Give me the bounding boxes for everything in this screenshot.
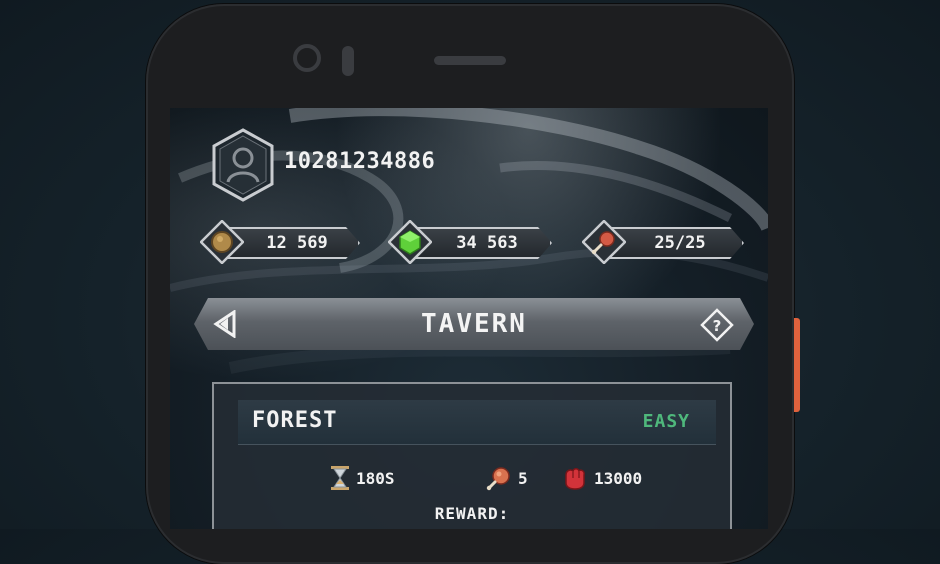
quest-name: FOREST xyxy=(252,408,338,433)
game-screen: 10281234886 12 569 34 563 25/25 TAVERN ?… xyxy=(170,108,768,529)
power-value: 13000 xyxy=(594,468,643,488)
earpiece-speaker xyxy=(434,56,506,65)
fist-icon xyxy=(565,468,585,490)
coin-icon xyxy=(200,220,244,264)
hourglass-icon xyxy=(331,466,349,490)
resource-bar: 12 569 xyxy=(226,227,360,259)
duration-value: 180S xyxy=(356,468,395,488)
coin-count: 12 569 xyxy=(266,233,328,253)
meat-icon xyxy=(582,220,626,264)
quest-header: FOREST EASY xyxy=(238,400,716,445)
svg-text:?: ? xyxy=(713,317,722,335)
quest-panel[interactable]: FOREST EASY 180S 5 13000 REWARD: xyxy=(212,382,732,529)
location-title: TAVERN xyxy=(421,309,527,339)
reward-label: REWARD: xyxy=(434,504,510,523)
food-cost-value: 5 xyxy=(518,468,528,488)
resource-bar: 25/25 xyxy=(608,227,744,259)
help-icon[interactable]: ? xyxy=(700,308,734,342)
player-avatar-icon[interactable] xyxy=(212,128,274,202)
location-nav-bar: TAVERN ? xyxy=(194,298,754,350)
resource-bar: 34 563 xyxy=(414,227,552,259)
player-id: 10281234886 xyxy=(284,149,436,174)
meat-icon xyxy=(486,467,510,491)
food-count: 25/25 xyxy=(654,233,706,253)
quest-duration: 180S xyxy=(330,464,395,492)
gem-count: 34 563 xyxy=(456,233,518,253)
gem-icon xyxy=(388,220,432,264)
proximity-sensor xyxy=(342,46,354,76)
front-camera xyxy=(293,44,321,72)
phone-side-button xyxy=(794,318,800,412)
quest-difficulty: EASY xyxy=(642,411,690,432)
quest-food-cost: 5 xyxy=(486,464,528,492)
quest-power: 13000 xyxy=(562,464,642,492)
